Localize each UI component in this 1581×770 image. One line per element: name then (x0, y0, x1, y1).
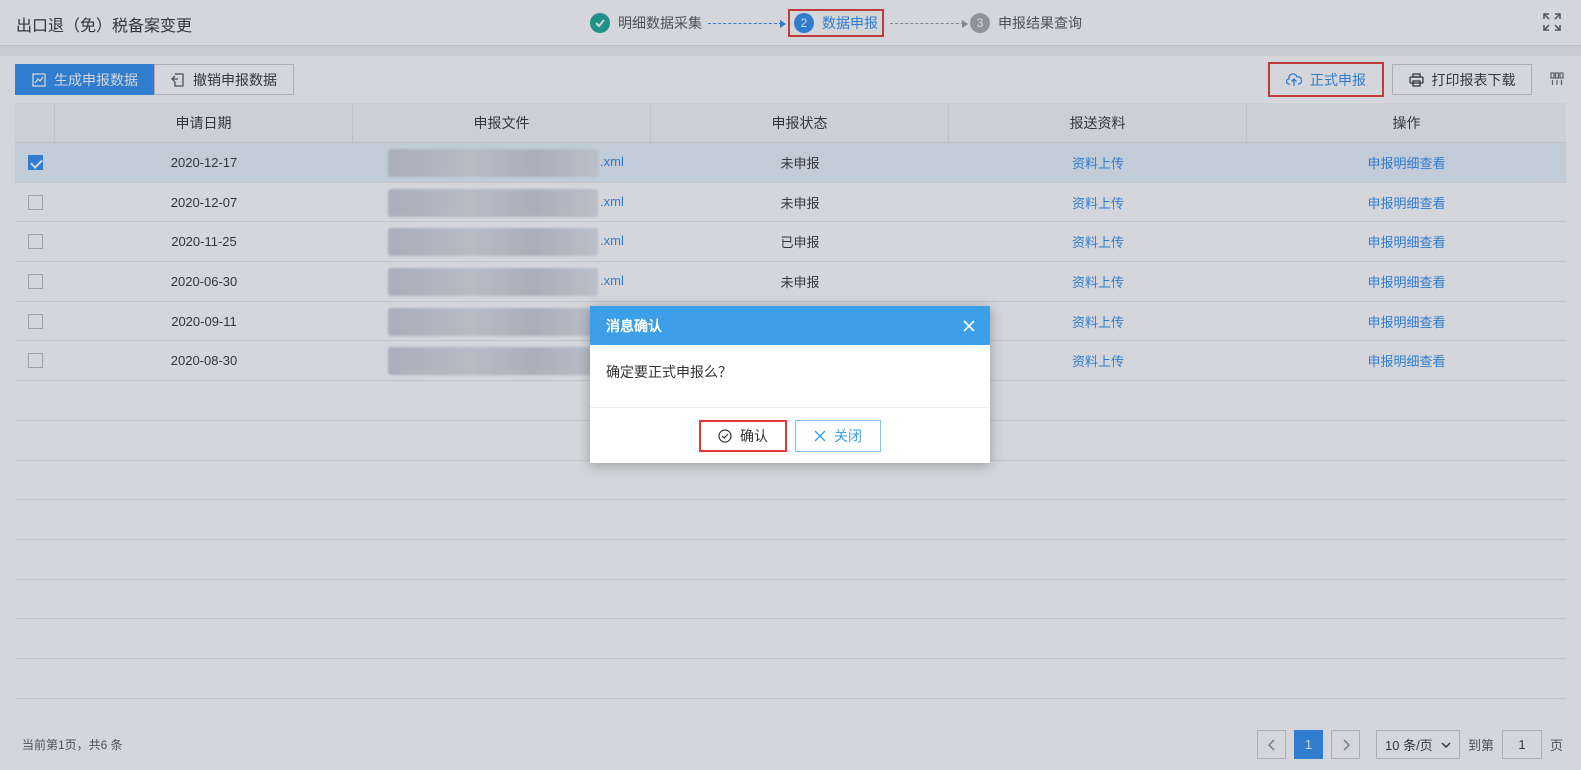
dialog-footer: 确认 关闭 (590, 407, 990, 463)
dialog-title: 消息确认 (606, 317, 662, 334)
dialog-header: 消息确认 (590, 306, 990, 345)
check-circle-icon (718, 428, 732, 443)
close-button[interactable]: 关闭 (795, 419, 881, 452)
confirm-button[interactable]: 确认 (699, 419, 787, 452)
close-icon[interactable] (962, 319, 976, 333)
dialog-message: 确定要正式申报么？ (606, 364, 732, 380)
confirm-dialog: 消息确认 确定要正式申报么？ 确认 关闭 (590, 306, 990, 463)
close-icon (814, 430, 826, 441)
